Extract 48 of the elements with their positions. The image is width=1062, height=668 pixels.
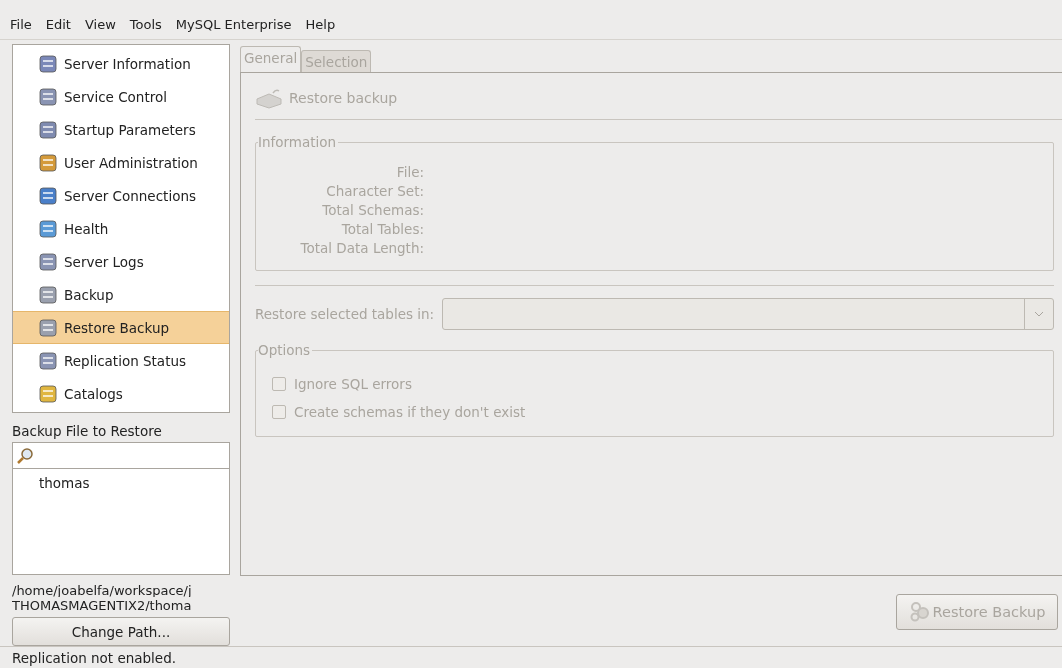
nav-item[interactable]: User Administration xyxy=(13,146,229,179)
search-field[interactable] xyxy=(12,442,230,469)
nav-item[interactable]: Health xyxy=(13,212,229,245)
menu-item[interactable]: View xyxy=(78,15,122,36)
nav-item[interactable]: Catalogs xyxy=(13,377,229,410)
menu-item[interactable]: MySQL Enterprise xyxy=(169,15,298,36)
section-title: Backup File to Restore xyxy=(12,423,163,439)
nav-label: Backup xyxy=(64,286,114,303)
nav-item[interactable]: Service Control xyxy=(13,80,229,113)
nav-item[interactable]: Server Logs xyxy=(13,245,229,278)
nav-item[interactable]: Startup Parameters xyxy=(13,113,229,146)
change-path-button[interactable]: Change Path... xyxy=(12,617,230,646)
field-label: Total Data Length: xyxy=(300,239,424,258)
path-text: THOMASMAGENTIX2/thoma xyxy=(12,597,193,611)
nav-label: Service Control xyxy=(64,88,167,105)
gears-icon xyxy=(908,601,931,623)
menu-item[interactable]: Help xyxy=(299,15,342,36)
menu-item[interactable]: Edit xyxy=(39,15,77,36)
nav-item[interactable]: Server Information xyxy=(13,47,229,80)
nav-label: Server Connections xyxy=(64,187,196,204)
nav-label: Server Logs xyxy=(64,253,144,270)
field-label: Restore selected tables in: xyxy=(255,306,435,322)
menu-item[interactable]: Tools xyxy=(123,15,168,36)
nav-label: User Administration xyxy=(64,154,198,171)
nav-item[interactable]: Replication Status xyxy=(13,344,229,377)
chevron-down-icon xyxy=(1034,311,1044,317)
nav-label: Startup Parameters xyxy=(64,121,196,138)
checkbox-label: Ignore SQL errors xyxy=(294,376,412,392)
status-text: Replication not enabled. xyxy=(0,646,1062,668)
nav-item[interactable]: Server Connections xyxy=(13,179,229,212)
group-title: Information xyxy=(258,134,339,150)
group-title: Options xyxy=(258,342,313,358)
nav-label: Replication Status xyxy=(64,352,186,369)
checkbox-label: Create schemas if they don't exist xyxy=(294,404,526,420)
search-icon xyxy=(16,446,34,465)
nav-item[interactable]: Restore Backup xyxy=(13,311,229,344)
nav-label: Catalogs xyxy=(64,385,123,402)
nav-label: Health xyxy=(64,220,109,237)
nav-item[interactable]: Backup xyxy=(13,278,229,311)
nav-label: Restore Backup xyxy=(64,319,169,336)
field-label: Character Set: xyxy=(326,182,424,201)
field-label: File: xyxy=(396,163,424,182)
backup-name[interactable]: thomas xyxy=(39,475,90,491)
heading-text: Restore backup xyxy=(289,90,398,106)
nav-label: Server Information xyxy=(64,55,191,72)
field-label: Total Tables: xyxy=(341,220,424,239)
field-label: Total Schemas: xyxy=(322,201,424,220)
menu-item[interactable]: File xyxy=(4,15,38,36)
